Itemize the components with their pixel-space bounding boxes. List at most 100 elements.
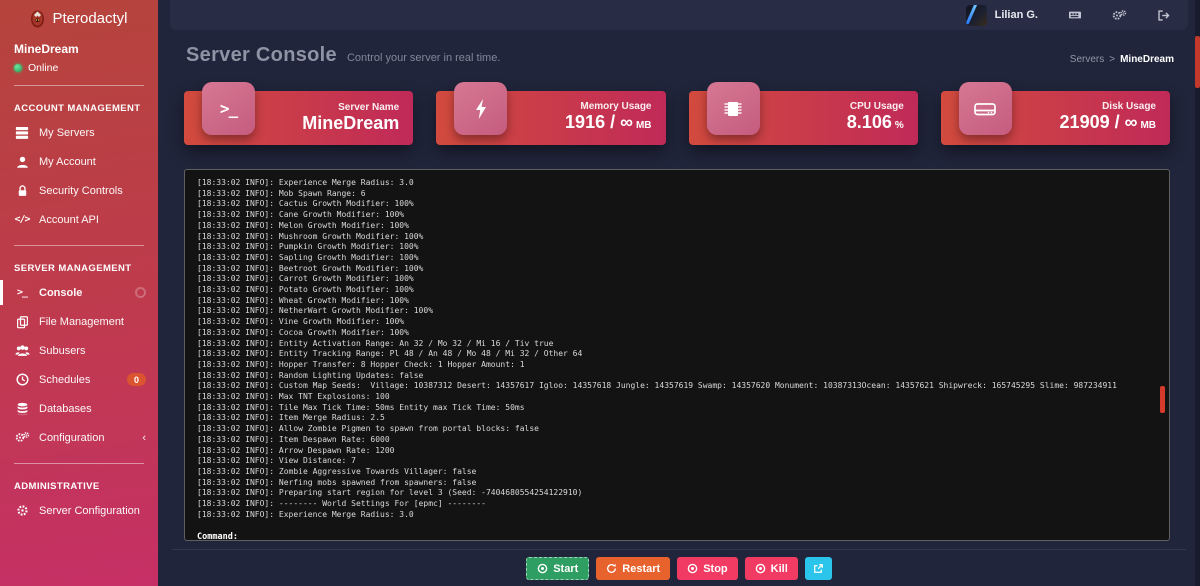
files-icon bbox=[14, 315, 30, 329]
loading-spinner-icon bbox=[135, 287, 146, 298]
lock-icon bbox=[14, 184, 30, 198]
stat-value: 8.106% bbox=[847, 112, 904, 136]
servers-icon bbox=[14, 126, 30, 140]
stat-card-server-name: >_ Server Name MineDream bbox=[184, 91, 413, 145]
console-line: [18:33:02 INFO]: Mushroom Growth Modifie… bbox=[197, 232, 1157, 243]
page-scrollbar-thumb[interactable] bbox=[1195, 36, 1200, 88]
refresh-icon bbox=[606, 563, 617, 574]
console-output: [18:33:02 INFO]: Experience Merge Radius… bbox=[197, 178, 1157, 521]
sidebar-item-configuration[interactable]: Configuration ‹ bbox=[0, 423, 158, 452]
page-head: Server Console Control your server in re… bbox=[158, 30, 1200, 67]
console-scrollbar[interactable] bbox=[1160, 386, 1165, 413]
sidebar-item-my-account[interactable]: My Account bbox=[0, 147, 158, 176]
command-input[interactable] bbox=[244, 532, 1157, 542]
stat-card-disk: Disk Usage 21909 / ∞MB bbox=[941, 91, 1170, 145]
console-line: [18:33:02 INFO]: Cactus Growth Modifier:… bbox=[197, 199, 1157, 210]
user-name: Lilian G. bbox=[995, 9, 1038, 21]
section-server-management: SERVER MANAGEMENT bbox=[0, 257, 158, 278]
console-line: [18:33:02 INFO]: Allow Zombie Pigmen to … bbox=[197, 424, 1157, 435]
restart-button[interactable]: Restart bbox=[596, 557, 670, 580]
stat-label: Server Name bbox=[302, 102, 399, 113]
console-line: [18:33:02 INFO]: Arrow Despawn Rate: 120… bbox=[197, 446, 1157, 457]
stop-label: Stop bbox=[703, 563, 727, 575]
database-icon bbox=[14, 402, 30, 416]
command-row: Command: bbox=[197, 532, 1157, 542]
footer-divider bbox=[172, 549, 1186, 550]
brand-name: Pterodactyl bbox=[52, 10, 127, 27]
kill-label: Kill bbox=[771, 563, 788, 575]
sidebar-divider bbox=[14, 85, 144, 86]
sidebar-divider bbox=[14, 463, 144, 464]
breadcrumb-current: MineDream bbox=[1120, 54, 1174, 65]
external-console-button[interactable] bbox=[805, 557, 832, 580]
restart-label: Restart bbox=[622, 563, 660, 575]
sidebar-item-console[interactable]: >_ Console bbox=[0, 278, 158, 307]
console-line: [18:33:02 INFO]: View Distance: 7 bbox=[197, 456, 1157, 467]
command-prompt-label: Command: bbox=[197, 532, 238, 542]
server-status: Online bbox=[14, 62, 144, 74]
section-account-management: ACCOUNT MANAGEMENT bbox=[0, 97, 158, 118]
server-status-label: Online bbox=[28, 62, 58, 74]
breadcrumb-servers[interactable]: Servers bbox=[1070, 54, 1104, 65]
sidebar-item-label: Schedules bbox=[39, 374, 90, 386]
external-link-icon bbox=[813, 563, 824, 574]
settings-cogs-icon[interactable] bbox=[1112, 9, 1127, 22]
page-subtitle: Control your server in real time. bbox=[347, 52, 500, 64]
sidebar-item-label: My Account bbox=[39, 156, 96, 168]
topbar: Lilian G. bbox=[170, 0, 1188, 30]
sidebar-item-label: Security Controls bbox=[39, 185, 123, 197]
console-line: [18:33:02 INFO]: Custom Map Seeds: Villa… bbox=[197, 381, 1157, 392]
console-line: [18:33:02 INFO]: Nerfing mobs spawned fr… bbox=[197, 478, 1157, 489]
sidebar-item-schedules[interactable]: Schedules 0 bbox=[0, 365, 158, 394]
brand[interactable]: Pterodactyl bbox=[0, 0, 158, 28]
sidebar-item-my-servers[interactable]: My Servers bbox=[0, 118, 158, 147]
console-line: [18:33:02 INFO]: Potato Growth Modifier:… bbox=[197, 285, 1157, 296]
sidebar-item-file-management[interactable]: File Management bbox=[0, 307, 158, 336]
avatar bbox=[966, 5, 987, 26]
app-root: Pterodactyl MineDream Online ACCOUNT MAN… bbox=[0, 0, 1200, 586]
page-scrollbar[interactable] bbox=[1195, 0, 1200, 586]
sidebar-item-security-controls[interactable]: Security Controls bbox=[0, 176, 158, 205]
console-line: [18:33:02 INFO]: Beetroot Growth Modifie… bbox=[197, 264, 1157, 275]
sidebar-item-label: Server Configuration bbox=[39, 505, 140, 517]
console-panel[interactable]: [18:33:02 INFO]: Experience Merge Radius… bbox=[184, 169, 1170, 541]
kill-button[interactable]: Kill bbox=[745, 557, 798, 580]
clock-icon bbox=[14, 373, 30, 386]
bolt-icon bbox=[454, 82, 507, 135]
sidebar-server-name: MineDream bbox=[14, 42, 144, 56]
sidebar-item-subusers[interactable]: Subusers bbox=[0, 336, 158, 365]
server-meta: MineDream Online bbox=[0, 28, 158, 74]
sidebar-item-account-api[interactable]: </> Account API bbox=[0, 205, 158, 234]
console-line: [18:33:02 INFO]: Hopper Transfer: 8 Hopp… bbox=[197, 360, 1157, 371]
gear-icon bbox=[14, 504, 30, 517]
start-button[interactable]: Start bbox=[526, 557, 589, 580]
console-line: [18:33:02 INFO]: Max TNT Explosions: 100 bbox=[197, 392, 1157, 403]
start-label: Start bbox=[553, 563, 578, 575]
console-line: [18:33:02 INFO]: Vine Growth Modifier: 1… bbox=[197, 317, 1157, 328]
terminal-icon: >_ bbox=[202, 82, 255, 135]
stop-button[interactable]: Stop bbox=[677, 557, 737, 580]
cogs-icon bbox=[14, 431, 30, 444]
my-servers-icon[interactable] bbox=[1068, 9, 1082, 21]
users-icon bbox=[14, 344, 30, 357]
console-line: [18:33:02 INFO]: Item Merge Radius: 2.5 bbox=[197, 413, 1157, 424]
console-line: [18:33:02 INFO]: Cocoa Growth Modifier: … bbox=[197, 328, 1157, 339]
sidebar-item-server-configuration[interactable]: Server Configuration bbox=[0, 496, 158, 525]
hdd-icon bbox=[959, 82, 1012, 135]
sign-out-icon[interactable] bbox=[1157, 9, 1170, 22]
console-line: [18:33:02 INFO]: Experience Merge Radius… bbox=[197, 178, 1157, 189]
console-line: [18:33:02 INFO]: -------- World Settings… bbox=[197, 499, 1157, 510]
sidebar-item-label: Console bbox=[39, 287, 82, 299]
chevron-left-icon: ‹ bbox=[142, 432, 146, 444]
user-icon bbox=[14, 155, 30, 169]
console-line: [18:33:02 INFO]: Mob Spawn Range: 6 bbox=[197, 189, 1157, 200]
sidebar-item-label: Subusers bbox=[39, 345, 85, 357]
stat-label: Memory Usage bbox=[565, 101, 651, 112]
console-line: [18:33:02 INFO]: Random Lighting Updates… bbox=[197, 371, 1157, 382]
sidebar-item-label: Databases bbox=[39, 403, 92, 415]
user-menu[interactable]: Lilian G. bbox=[966, 5, 1038, 26]
console-line: [18:33:02 INFO]: Entity Activation Range… bbox=[197, 339, 1157, 350]
sidebar-item-databases[interactable]: Databases bbox=[0, 394, 158, 423]
stat-value: MineDream bbox=[302, 113, 399, 134]
main-area: Lilian G. Server Console Control your se… bbox=[158, 0, 1200, 586]
